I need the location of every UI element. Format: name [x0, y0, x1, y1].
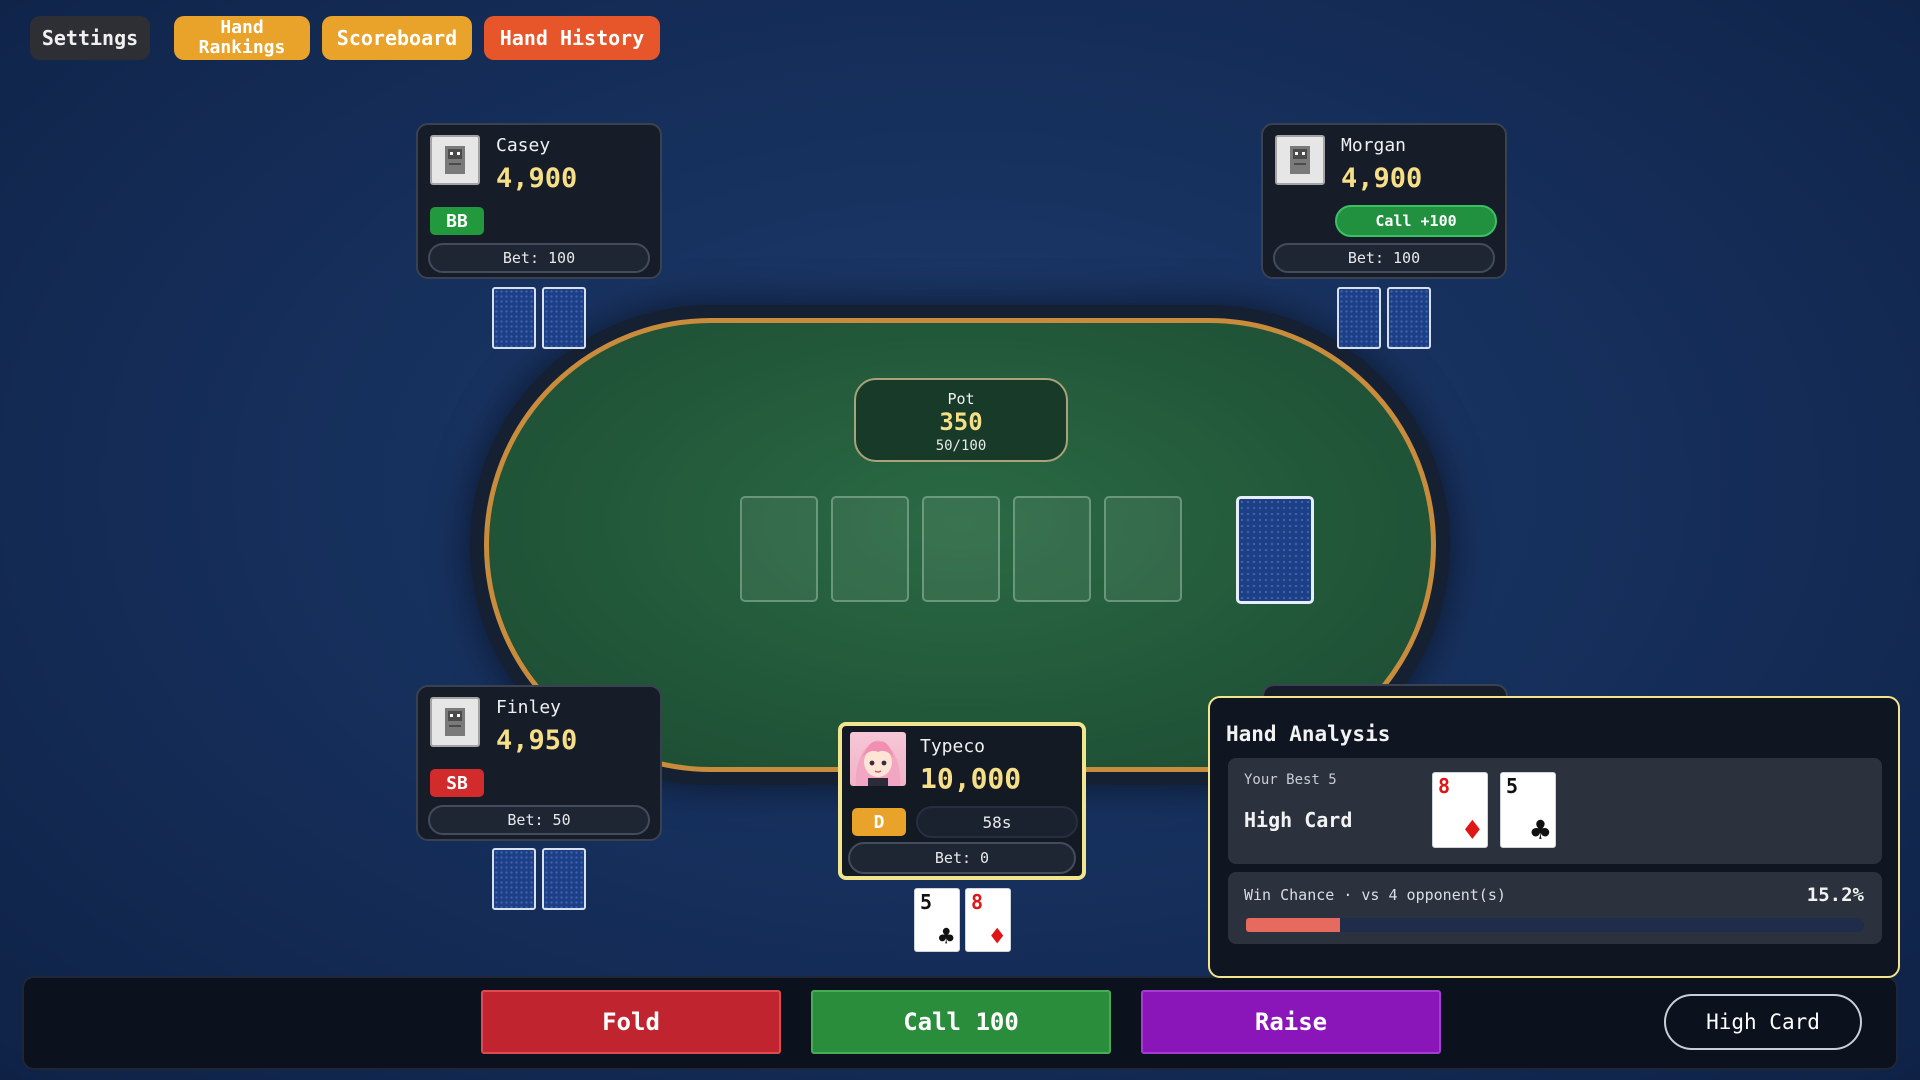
player-chips: 4,950 [496, 725, 578, 756]
raise-button[interactable]: Raise [1141, 990, 1441, 1054]
community-card-slot [740, 496, 818, 602]
player-chips: 4,900 [496, 163, 578, 194]
card-rank: 5 [1506, 774, 1519, 798]
community-card-slot [1104, 496, 1182, 602]
analysis-title: Hand Analysis [1226, 722, 1391, 746]
community-card-slot [922, 496, 1000, 602]
hero-avatar [850, 732, 906, 786]
avatar-icon [430, 135, 480, 185]
hand-analysis-panel: Hand Analysis Your Best 5 High Card 8 ♦ … [1208, 696, 1900, 978]
card-suit: ♣ [1530, 811, 1550, 849]
player-name: Morgan [1341, 135, 1407, 156]
card-suit: ♣ [938, 922, 954, 952]
community-card-slot [831, 496, 909, 602]
card-suit: ♦ [1462, 811, 1482, 849]
player-chips: 4,900 [1341, 163, 1423, 194]
player-panel-finley: Finley 4,950 SB Bet: 50 [416, 685, 662, 841]
player-bet: Bet: 100 [428, 243, 650, 273]
player-name: Casey [496, 135, 551, 156]
card-back [1387, 287, 1431, 349]
win-chance-fill [1246, 918, 1340, 932]
player-bet: Bet: 100 [1273, 243, 1495, 273]
community-card-slot [1013, 496, 1091, 602]
player-name: Finley [496, 697, 562, 718]
turn-timer: 58s [916, 806, 1078, 838]
hero-bet: Bet: 0 [848, 842, 1076, 874]
fold-button[interactable]: Fold [481, 990, 781, 1054]
hero-chips: 10,000 [920, 762, 1022, 795]
avatar-icon [1275, 135, 1325, 185]
card-rank: 8 [971, 890, 984, 914]
blinds-level: 50/100 [935, 438, 987, 454]
best-five-box: Your Best 5 High Card 8 ♦ 5 ♣ [1228, 758, 1882, 864]
card-back [1337, 287, 1381, 349]
win-chance-box: Win Chance · vs 4 opponent(s) 15.2% [1228, 872, 1882, 944]
card-back [542, 848, 586, 910]
pot-display: Pot 350 50/100 [854, 378, 1068, 462]
player-panel-casey: Casey 4,900 BB Bet: 100 [416, 123, 662, 279]
small-blind-badge: SB [430, 769, 484, 797]
settings-button[interactable]: Settings [30, 16, 150, 60]
card-back [542, 287, 586, 349]
win-chance-label: Win Chance · vs 4 opponent(s) [1244, 886, 1506, 904]
win-chance-bar [1246, 918, 1864, 932]
best-five-label: Your Best 5 [1244, 772, 1337, 788]
card-back [492, 848, 536, 910]
hero-panel: Typeco 10,000 D 58s Bet: 0 [838, 722, 1086, 880]
player-bet: Bet: 50 [428, 805, 650, 835]
best-card-1: 8 ♦ [1432, 772, 1488, 848]
hero-card-1: 5 ♣ [914, 888, 960, 952]
dealer-badge: D [852, 808, 906, 836]
deck-card-back [1236, 496, 1314, 604]
hand-rankings-button[interactable]: Hand Rankings [174, 16, 310, 60]
best-card-2: 5 ♣ [1500, 772, 1556, 848]
card-suit: ♦ [989, 922, 1005, 952]
win-chance-value: 15.2% [1806, 884, 1864, 906]
hero-card-2: 8 ♦ [965, 888, 1011, 952]
pot-amount: 350 [939, 408, 983, 436]
card-rank: 5 [920, 890, 933, 914]
big-blind-badge: BB [430, 207, 484, 235]
player-panel-morgan: Morgan 4,900 Call +100 Bet: 100 [1261, 123, 1507, 279]
card-back [492, 287, 536, 349]
scoreboard-button[interactable]: Scoreboard [322, 16, 472, 60]
last-action-tag: Call +100 [1335, 205, 1497, 237]
hand-history-button[interactable]: Hand History [484, 16, 660, 60]
hero-name: Typeco [920, 736, 986, 757]
pot-label: Pot [947, 390, 975, 408]
call-button[interactable]: Call 100 [811, 990, 1111, 1054]
card-rank: 8 [1438, 774, 1451, 798]
avatar-icon [430, 697, 480, 747]
best-hand-name: High Card [1244, 808, 1353, 832]
hand-strength-button[interactable]: High Card [1664, 994, 1862, 1050]
